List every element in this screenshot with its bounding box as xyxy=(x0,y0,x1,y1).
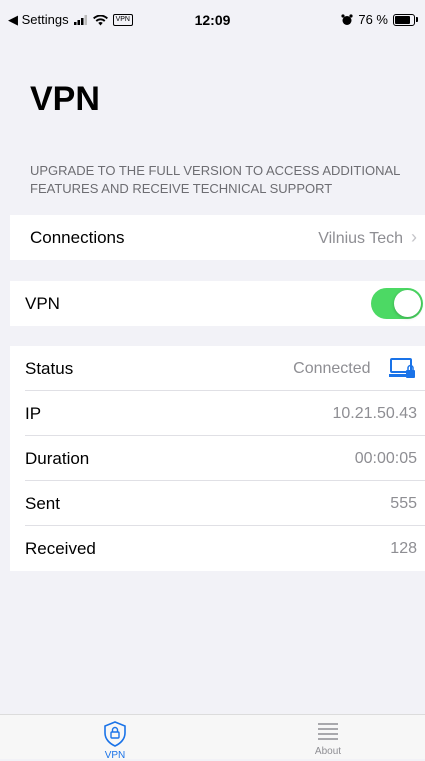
duration-row: Duration 00:00:05 xyxy=(10,436,425,481)
ip-label: IP xyxy=(25,403,42,423)
duration-value: 00:00:05 xyxy=(354,449,417,467)
battery-icon xyxy=(393,13,418,26)
toggle-knob xyxy=(394,290,421,317)
page-title: VPN xyxy=(30,80,100,118)
connections-label: Connections xyxy=(30,227,125,247)
connections-group: Connections Vilnius Tech › xyxy=(10,215,425,260)
tab-bar: VPN About xyxy=(0,714,425,761)
status-row: Status Connected xyxy=(10,346,425,391)
status-bar-right: 76 % xyxy=(341,12,418,27)
selected-connection: Vilnius Tech xyxy=(318,230,403,247)
tab-about[interactable]: About xyxy=(288,721,368,757)
alarm-icon xyxy=(341,13,353,25)
sent-value: 555 xyxy=(390,494,417,512)
vpn-toggle-label: VPN xyxy=(25,293,60,313)
sent-row: Sent 555 xyxy=(10,481,425,526)
vpn-toggle-row: VPN xyxy=(10,281,425,326)
list-icon xyxy=(318,723,338,740)
received-row: Received 128 xyxy=(10,526,425,571)
received-label: Received xyxy=(25,538,96,558)
connections-row[interactable]: Connections Vilnius Tech › xyxy=(10,215,425,260)
status-label: Status xyxy=(25,358,74,378)
upgrade-notice[interactable]: UPGRADE TO THE FULL VERSION TO ACCESS AD… xyxy=(30,162,410,198)
tab-about-label: About xyxy=(314,746,342,757)
tab-vpn[interactable]: VPN xyxy=(75,721,155,761)
received-value: 128 xyxy=(390,539,417,557)
computer-lock-icon xyxy=(389,357,415,378)
duration-label: Duration xyxy=(25,448,90,468)
battery-percent: 76 % xyxy=(358,12,388,27)
connections-value: Vilnius Tech › xyxy=(318,227,417,248)
ip-row: IP 10.21.50.43 xyxy=(10,391,425,436)
ip-value: 10.21.50.43 xyxy=(332,404,417,422)
shield-lock-icon xyxy=(104,721,126,747)
connection-info-group: Status Connected IP 10.21.50.43 Duration… xyxy=(10,346,425,571)
status-bar: ◀ Settings VPN 12:09 76 % xyxy=(0,0,425,40)
vpn-toggle-switch[interactable] xyxy=(371,288,423,319)
vpn-toggle-group: VPN xyxy=(10,281,425,326)
status-value: Connected xyxy=(293,359,371,377)
tab-vpn-label: VPN xyxy=(104,750,126,761)
chevron-right-icon: › xyxy=(411,227,417,247)
status-value-wrap: Connected xyxy=(293,357,417,380)
sent-label: Sent xyxy=(25,493,60,513)
